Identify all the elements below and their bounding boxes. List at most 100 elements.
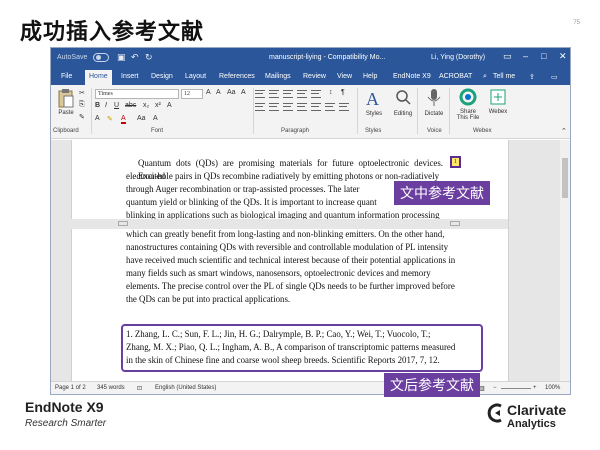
comments-icon[interactable]: ▭ xyxy=(551,73,558,81)
bold-icon[interactable]: B xyxy=(95,102,100,109)
paste-label: Paste xyxy=(58,110,74,116)
paragraph-line: many fields such as smart windows, nanos… xyxy=(126,268,431,278)
font-name-select[interactable]: Times xyxy=(95,89,179,99)
share-file-button[interactable]: Share This File xyxy=(453,87,483,121)
reference-line: in the skin of Chinese fine and coarse w… xyxy=(126,355,440,365)
autosave-toggle[interactable] xyxy=(93,53,109,62)
underline-icon[interactable]: U xyxy=(114,102,119,109)
justify-icon[interactable] xyxy=(297,103,307,111)
tell-me-input[interactable]: Tell me xyxy=(493,73,515,80)
paragraph-line: through Auger recombination or trap-assi… xyxy=(126,184,360,194)
scrollbar-thumb[interactable] xyxy=(562,158,568,198)
line-spacing-icon[interactable] xyxy=(311,103,321,111)
tab-design[interactable]: Design xyxy=(151,73,173,80)
tab-view[interactable]: View xyxy=(337,73,352,80)
webex-share-icon xyxy=(459,88,477,106)
group-styles-label: Styles xyxy=(365,128,382,134)
superscript-icon[interactable]: x² xyxy=(155,102,161,109)
decrease-indent-icon[interactable] xyxy=(297,90,307,98)
webex-button[interactable]: Webex xyxy=(485,87,511,115)
save-icon[interactable]: ▣ xyxy=(117,52,126,63)
bibliography-callout: 文后参考文献 xyxy=(384,373,480,397)
tab-mailings[interactable]: Mailings xyxy=(265,73,291,80)
proofing-icon[interactable]: ⊡ xyxy=(137,385,142,392)
clear-formatting-icon[interactable]: A xyxy=(241,89,246,96)
group-webex-label: Webex xyxy=(473,128,492,134)
user-name[interactable]: Li, Ying (Dorothy) xyxy=(431,54,485,61)
paragraph-tools xyxy=(255,90,355,120)
increase-indent-icon[interactable] xyxy=(311,90,321,98)
share-icon[interactable]: ⇪ xyxy=(529,73,535,81)
webex-label: Webex xyxy=(488,109,508,115)
editing-button[interactable]: Editing xyxy=(391,87,415,117)
text-effects-icon[interactable]: A xyxy=(167,102,172,109)
font-size-select[interactable]: 12 xyxy=(181,89,203,99)
zoom-level[interactable]: 100% xyxy=(545,385,560,391)
subscript-icon[interactable]: x₂ xyxy=(143,102,149,109)
microphone-icon xyxy=(427,89,441,106)
undo-icon[interactable]: ↶ xyxy=(131,52,139,63)
tab-acrobat[interactable]: ACROBAT xyxy=(439,73,472,80)
cut-icon[interactable]: ✂ xyxy=(79,89,85,97)
tab-help[interactable]: Help xyxy=(363,73,377,80)
styles-button[interactable]: A Styles xyxy=(361,87,387,117)
multilevel-list-icon[interactable] xyxy=(283,90,293,98)
svg-text:A: A xyxy=(366,89,379,109)
group-font-label: Font xyxy=(151,128,164,134)
reference-line: Zhang, M. X.; Piao, Q. L.; Ingham, A. B.… xyxy=(126,342,456,352)
align-left-icon[interactable] xyxy=(255,103,265,111)
sort-icon[interactable]: ↕ xyxy=(329,89,333,96)
text-effects-dropdown-icon[interactable]: A xyxy=(95,115,100,122)
italic-icon[interactable]: I xyxy=(105,102,107,109)
page-count[interactable]: Page 1 of 2 xyxy=(55,385,86,391)
paragraph-line: the QDs can be put into practical applic… xyxy=(126,294,291,304)
in-text-citation[interactable]: 1 xyxy=(450,156,461,168)
redo-icon[interactable]: ↻ xyxy=(145,52,153,63)
format-painter-icon[interactable]: ✎ xyxy=(79,113,85,121)
show-marks-icon[interactable]: ¶ xyxy=(341,89,345,96)
tab-endnote[interactable]: EndNote X9 xyxy=(393,73,431,80)
close-icon[interactable]: ✕ xyxy=(559,51,567,62)
paragraph-line: quantum yield or blinking of the QDs. It… xyxy=(126,197,377,207)
change-case-icon[interactable]: Aa xyxy=(227,89,236,96)
tab-insert[interactable]: Insert xyxy=(121,73,139,80)
ribbon-display-icon[interactable]: ▭ xyxy=(503,51,512,62)
bullets-icon[interactable] xyxy=(255,90,265,98)
character-border-icon[interactable]: A xyxy=(153,115,158,122)
dictate-button[interactable]: Dictate xyxy=(421,87,447,117)
zoom-out-icon[interactable]: − xyxy=(493,385,497,391)
copy-icon[interactable]: ⎘ xyxy=(79,101,85,109)
zoom-in-icon[interactable]: + xyxy=(533,385,537,391)
borders-icon[interactable] xyxy=(339,103,349,111)
vertical-scrollbar[interactable] xyxy=(560,140,570,383)
tab-home[interactable]: Home xyxy=(85,70,112,85)
search-icon[interactable]: ⌕ xyxy=(483,73,487,81)
minimize-icon[interactable]: – xyxy=(523,51,528,61)
language[interactable]: English (United States) xyxy=(155,385,216,391)
character-shading-icon[interactable]: Aa xyxy=(137,115,146,122)
numbering-icon[interactable] xyxy=(269,90,279,98)
align-right-icon[interactable] xyxy=(283,103,293,111)
tab-layout[interactable]: Layout xyxy=(185,73,206,80)
highlight-icon[interactable]: ✎ xyxy=(107,115,113,123)
tab-file[interactable]: File xyxy=(61,73,72,80)
collapse-ribbon-icon[interactable]: ⌃ xyxy=(561,127,567,135)
grow-font-icon[interactable]: A xyxy=(206,89,211,96)
separator xyxy=(253,88,254,134)
align-center-icon[interactable] xyxy=(269,103,279,111)
slide-number: 75 xyxy=(573,20,580,26)
paste-button[interactable]: Paste xyxy=(55,88,77,116)
styles-icon: A xyxy=(366,89,379,109)
paragraph-line: which can greatly benefit from long-last… xyxy=(126,229,445,239)
tab-references[interactable]: References xyxy=(219,73,255,80)
maximize-icon[interactable]: □ xyxy=(541,51,546,61)
tab-review[interactable]: Review xyxy=(303,73,326,80)
shrink-font-icon[interactable]: A xyxy=(216,89,221,96)
clarivate-mark-icon xyxy=(487,403,502,423)
strikethrough-icon[interactable]: abc xyxy=(125,102,136,109)
font-color-icon[interactable]: A xyxy=(121,115,126,124)
separator xyxy=(417,88,418,134)
shading-icon[interactable] xyxy=(325,103,335,111)
word-count[interactable]: 345 words xyxy=(97,385,125,391)
zoom-slider[interactable] xyxy=(501,388,531,389)
